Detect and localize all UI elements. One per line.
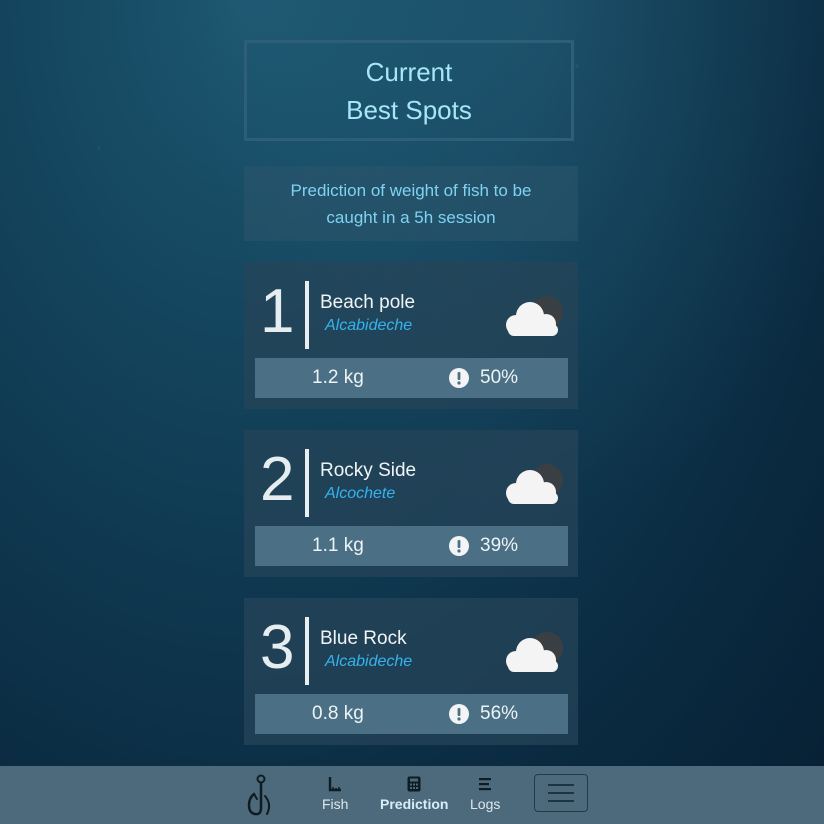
exclamation-circle-icon (449, 536, 469, 556)
nav-label-prediction: Prediction (380, 796, 449, 812)
spot-rank: 3 (260, 613, 295, 682)
nav-item-prediction[interactable]: Prediction (380, 776, 448, 812)
spot-name: Blue Rock (320, 628, 407, 649)
divider (305, 449, 309, 517)
nav-item-fish[interactable]: Fish (322, 776, 348, 812)
menu-toggle-button[interactable] (534, 774, 588, 812)
hamburger-icon-line (548, 800, 574, 802)
predicted-weight: 1.2 kg (312, 367, 364, 388)
spot-name: Rocky Side (320, 460, 417, 481)
exclamation-circle-icon (449, 368, 469, 388)
prediction-description: Prediction of weight of fish to be caugh… (244, 166, 578, 241)
predicted-weight: 0.8 kg (312, 703, 364, 724)
probability: 50% (480, 367, 519, 388)
calculator-icon (407, 776, 421, 792)
fish-hook-icon[interactable] (245, 774, 277, 818)
spot-stats: 1.2 kg 50% (255, 358, 568, 398)
divider (305, 617, 309, 685)
list-icon (479, 778, 492, 791)
divider (305, 281, 309, 349)
spot-card[interactable]: 3 Blue Rock Alcabideche 0.8 kg 56% (244, 598, 578, 745)
spot-rank: 1 (260, 277, 295, 346)
cloud-night-icon (506, 296, 563, 336)
spot-name: Beach pole (320, 292, 416, 313)
bottom-navbar: Fish Prediction Logs (0, 766, 824, 824)
spot-rank: 2 (260, 445, 295, 514)
cloud-night-icon (506, 464, 563, 504)
title-line-1: Current (365, 56, 453, 87)
page-title: Current Best Spots (244, 40, 574, 141)
probability: 56% (480, 703, 519, 724)
nav-label-logs: Logs (470, 796, 501, 812)
spot-city: Alcochete (325, 485, 396, 502)
spot-card[interactable]: 1 Beach pole Alcabideche 1.2 kg 50% (244, 262, 578, 409)
probability: 39% (480, 535, 519, 556)
ruler-icon (329, 777, 342, 792)
cloud-night-icon (506, 632, 563, 672)
spot-stats: 1.1 kg 39% (255, 526, 568, 566)
spot-city: Alcabideche (325, 317, 413, 334)
predicted-weight: 1.1 kg (312, 535, 364, 556)
exclamation-circle-icon (449, 704, 469, 724)
spot-card[interactable]: 2 Rocky Side Alcochete 1.1 kg 39% (244, 430, 578, 577)
hamburger-icon-line (548, 792, 574, 794)
nav-label-fish: Fish (322, 796, 349, 812)
title-line-2: Best Spots (346, 94, 472, 125)
nav-item-logs[interactable]: Logs (470, 776, 500, 812)
spot-city: Alcabideche (325, 653, 413, 670)
spot-stats: 0.8 kg 56% (255, 694, 568, 734)
hamburger-icon (548, 784, 574, 786)
